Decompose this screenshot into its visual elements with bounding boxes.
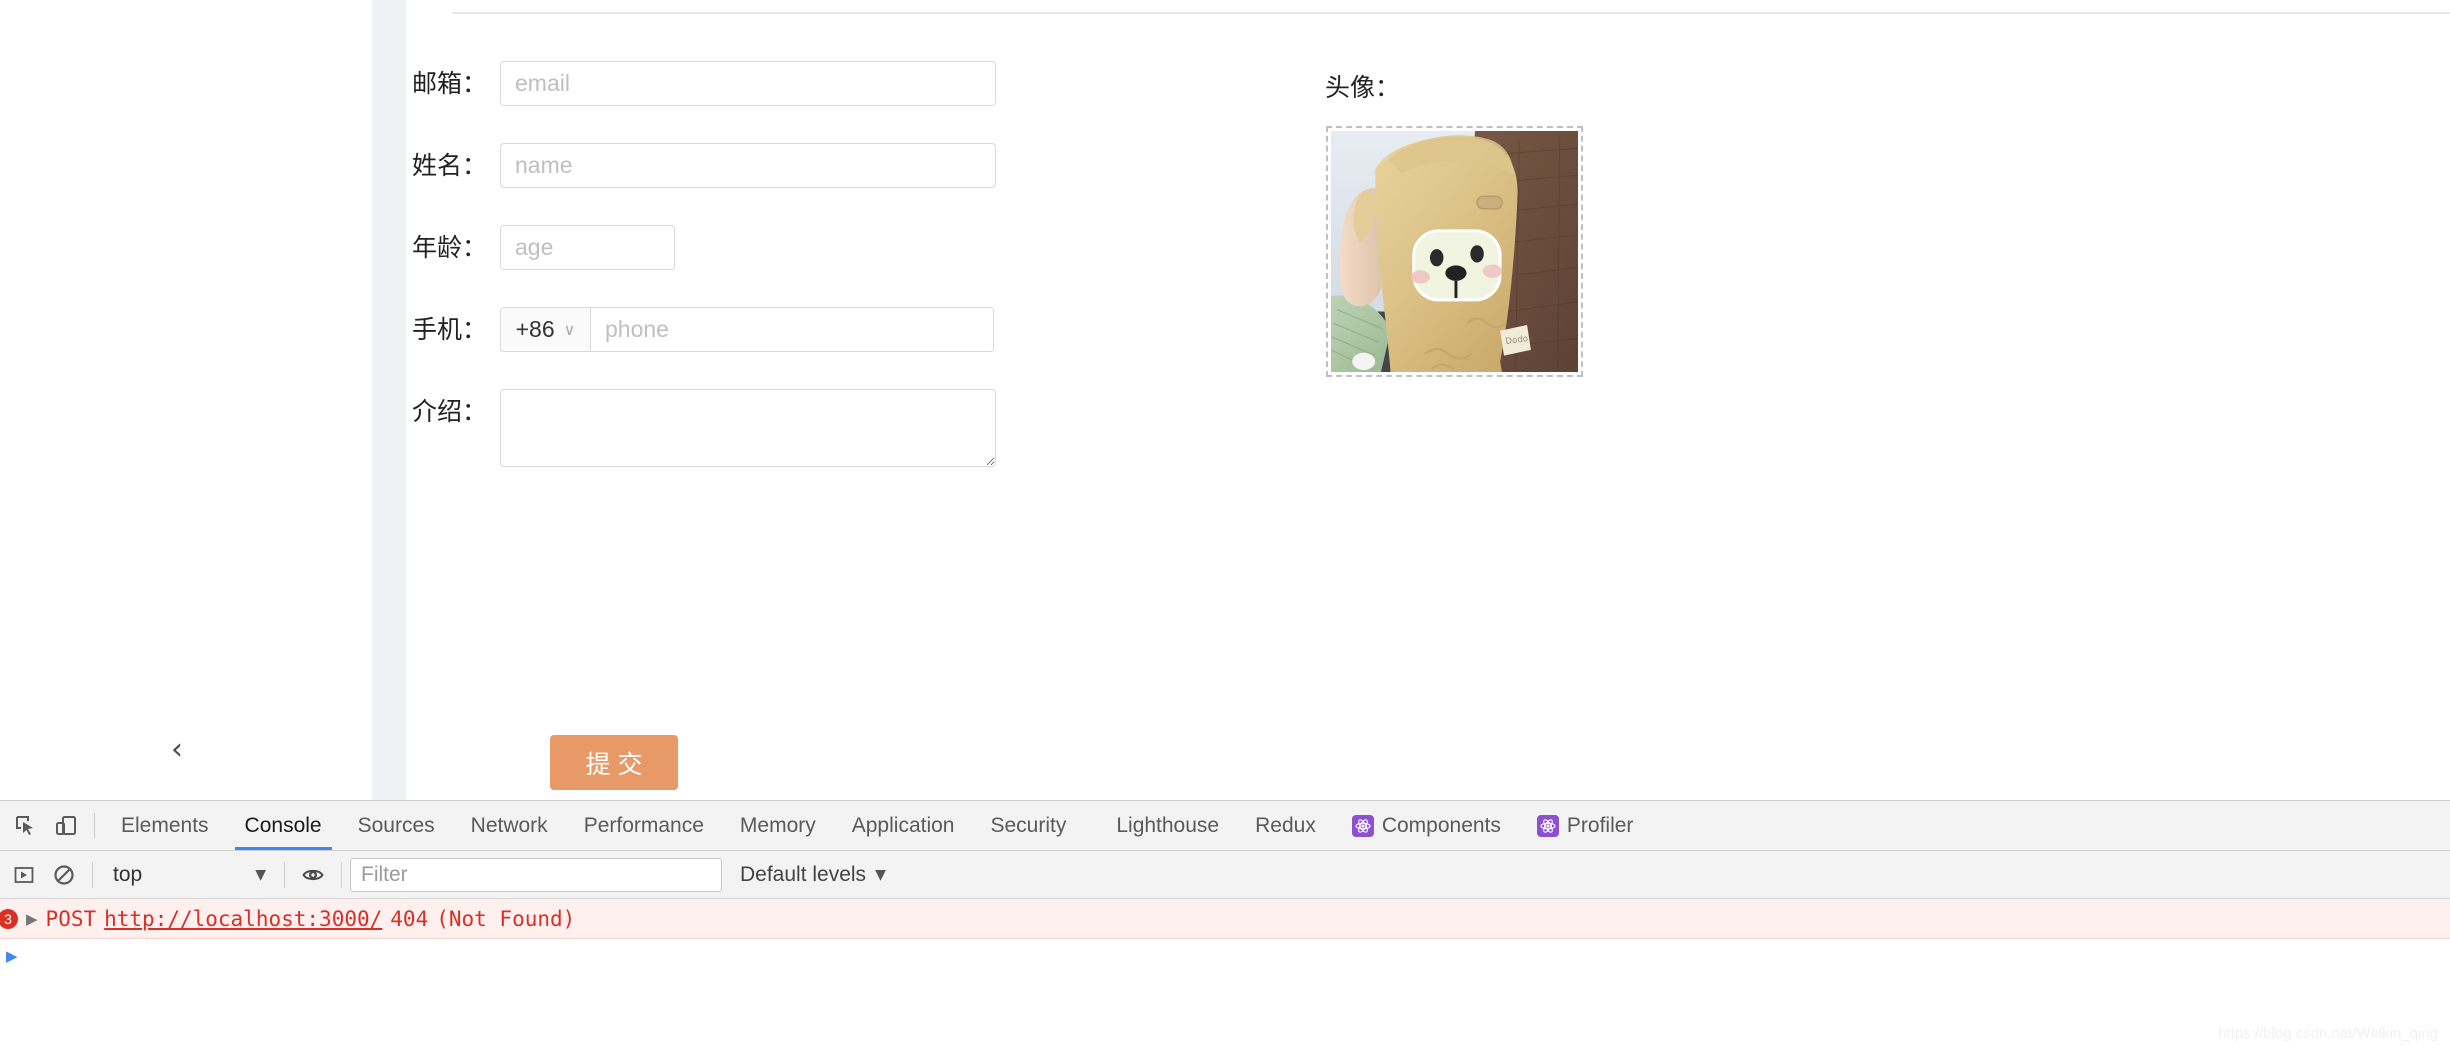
device-toolbar-icon[interactable] [46,806,86,846]
tab-console[interactable]: Console [227,801,340,850]
intro-textarea[interactable] [500,389,996,467]
country-code-value: +86 [515,316,555,342]
form-row-intro: 介绍： [395,389,996,467]
tab-security[interactable]: Security [972,801,1084,850]
email-input[interactable] [500,61,996,106]
tab-label: Console [244,813,322,837]
phone-number-input[interactable] [591,308,993,351]
chevron-down-icon: ▼ [875,866,886,883]
console-levels-select[interactable]: Default levels ▼ [740,863,886,887]
tab-components[interactable]: Components [1334,801,1519,850]
levels-value: Default levels [740,862,867,886]
tab-network[interactable]: Network [453,801,566,850]
console-toolbar-divider-3 [341,861,342,888]
console-context-select[interactable]: top ▼ [101,858,276,892]
tab-label: Redux [1255,813,1316,837]
age-input[interactable] [500,225,675,270]
tab-label: Performance [583,813,704,837]
tab-label: Lighthouse [1116,813,1220,837]
form-row-age: 年龄： [395,225,675,270]
console-toolbar: top ▼ Default levels ▼ [0,851,2450,899]
tab-label: Profiler [1566,813,1634,837]
name-label: 姓名： [411,151,487,180]
phone-input-group: +86 ∨ [500,307,994,352]
prompt-caret-icon: ▶ [6,947,18,965]
console-error-row[interactable]: 3 ▶ POST http://localhost:3000/ 404 (Not… [0,899,2450,939]
devtools-panel: Elements Console Sources Network Perform… [0,800,2450,1054]
live-expression-icon[interactable] [293,855,333,895]
tab-label: Sources [357,813,435,837]
tab-label: Network [470,813,548,837]
tab-lighthouse[interactable]: Lighthouse [1084,801,1237,850]
react-icon [1536,814,1559,837]
chevron-down-icon: ∨ [563,320,576,339]
browser-page: 邮箱： 姓名： 年龄： 手机： +86 ∨ 介绍： 提交 [0,0,2450,1054]
avatar-upload-box[interactable]: Dodo [1326,126,1583,377]
intro-label: 介绍： [411,397,487,426]
inspect-element-icon[interactable] [6,806,46,846]
submit-button[interactable]: 提交 [550,735,678,790]
context-value: top [113,862,143,886]
toolbar-divider [94,812,95,839]
country-code-select[interactable]: +86 ∨ [501,308,591,351]
watermark: https://blog.csdn.net/Welkin_qing [2218,1025,2438,1042]
tab-label: Application [851,813,955,837]
error-detail: (Not Found) [436,906,576,931]
age-label: 年龄： [411,233,487,262]
form-row-phone: 手机： +86 ∨ [395,307,994,352]
console-sidebar-icon[interactable] [4,855,44,895]
tab-elements[interactable]: Elements [103,801,227,850]
avatar-label: 头像： [1325,73,1401,102]
tab-profiler[interactable]: Profiler [1519,801,1652,850]
error-url[interactable]: http://localhost:3000/ [104,907,382,931]
error-count-badge: 3 [0,908,18,929]
error-method: POST [45,906,97,931]
expand-triangle-icon[interactable]: ▶ [26,910,38,928]
devtools-tabbar: Elements Console Sources Network Perform… [0,801,2450,851]
form-row-name: 姓名： [395,143,996,188]
react-icon [1351,814,1374,837]
collapse-chevron-icon[interactable]: ‹ [155,728,199,772]
console-toolbar-divider-2 [284,861,285,888]
tab-label: Security [990,813,1067,837]
phone-label: 手机： [411,315,487,344]
clear-console-icon[interactable] [44,855,84,895]
name-input[interactable] [500,143,996,188]
console-toolbar-divider [92,861,93,888]
content-top-divider [452,12,2450,14]
email-label: 邮箱： [411,69,487,98]
tab-label: Elements [121,813,209,837]
chevron-down-icon: ▼ [255,866,266,883]
tab-memory[interactable]: Memory [722,801,834,850]
tab-label: Components [1381,813,1501,837]
tab-label: Memory [739,813,816,837]
tab-redux[interactable]: Redux [1237,801,1334,850]
avatar-image: Dodo [1331,131,1578,372]
error-status: 404 [390,906,429,931]
form-row-email: 邮箱： [395,61,996,106]
tab-performance[interactable]: Performance [566,801,722,850]
console-input-prompt[interactable]: ▶ [0,939,2450,973]
tab-application[interactable]: Application [834,801,973,850]
tab-sources[interactable]: Sources [340,801,453,850]
console-filter-input[interactable] [350,857,722,892]
